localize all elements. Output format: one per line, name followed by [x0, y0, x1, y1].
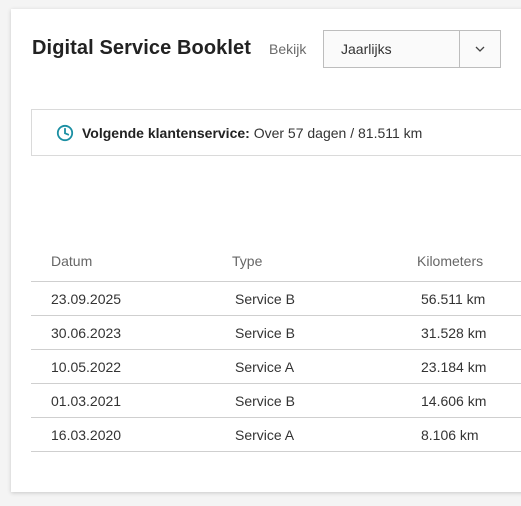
- clock-icon: [56, 124, 74, 142]
- view-label: Bekijk: [269, 41, 307, 57]
- row-kilometers: 23.184 km: [417, 349, 521, 384]
- row-type: Service B: [232, 281, 417, 316]
- row-type: Service A: [232, 417, 417, 452]
- table-header-row: Datum Type Kilometers: [31, 241, 521, 282]
- column-header-kilometers: Kilometers: [417, 241, 521, 282]
- row-date: 01.03.2021: [31, 383, 232, 418]
- page-title: Digital Service Booklet: [32, 37, 252, 59]
- column-header-type: Type: [232, 241, 417, 282]
- next-service-banner: Volgende klantenservice: Over 57 dagen /…: [31, 109, 521, 156]
- row-kilometers: 14.606 km: [417, 383, 521, 418]
- view-select-value: Jaarlijks: [341, 41, 392, 57]
- row-kilometers: 31.528 km: [417, 315, 521, 350]
- view-select[interactable]: Jaarlijks: [323, 30, 501, 68]
- service-booklet-card: Digital Service Booklet Bekijk Jaarlijks…: [11, 9, 521, 492]
- row-kilometers: 8.106 km: [417, 417, 521, 452]
- row-date: 30.06.2023: [31, 315, 232, 350]
- chevron-down-icon: [474, 40, 486, 58]
- row-date: 16.03.2020: [31, 417, 232, 452]
- row-type: Service B: [232, 383, 417, 418]
- view-select-toggle[interactable]: [459, 31, 500, 67]
- service-history-table: Datum Type Kilometers 23.09.2025 Service…: [31, 241, 521, 452]
- next-service-value: Over 57 dagen / 81.511 km: [253, 124, 423, 141]
- table-row: 30.06.2023 Service B 31.528 km: [31, 315, 521, 350]
- column-header-date: Datum: [31, 241, 232, 282]
- row-type: Service A: [232, 349, 417, 384]
- row-kilometers: 56.511 km: [417, 281, 521, 316]
- table-row: 16.03.2020 Service A 8.106 km: [31, 417, 521, 452]
- row-date: 10.05.2022: [31, 349, 232, 384]
- table-row: 23.09.2025 Service B 56.511 km: [31, 281, 521, 316]
- row-type: Service B: [232, 315, 417, 350]
- table-row: 10.05.2022 Service A 23.184 km: [31, 349, 521, 384]
- table-row: 01.03.2021 Service B 14.606 km: [31, 383, 521, 418]
- row-date: 23.09.2025: [31, 281, 232, 316]
- next-service-label: Volgende klantenservice:: [82, 124, 250, 141]
